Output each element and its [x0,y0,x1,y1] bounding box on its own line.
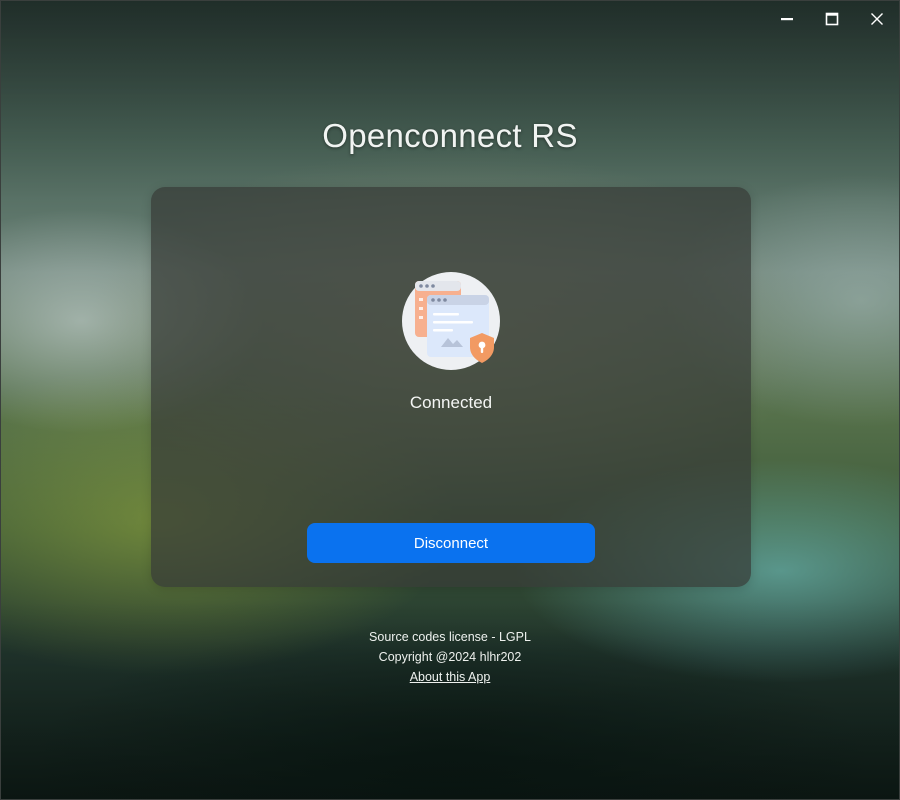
license-text: Source codes license - LGPL [369,630,531,644]
disconnect-button[interactable]: Disconnect [307,523,595,563]
maximize-icon [825,12,839,26]
minimize-button[interactable] [764,1,809,37]
close-icon [870,12,884,26]
maximize-button[interactable] [809,1,854,37]
app-title: Openconnect RS [322,117,578,154]
minimize-icon [780,12,794,26]
close-button[interactable] [854,1,899,37]
footer: Source codes license - LGPL Copyright @2… [1,627,899,687]
window-controls [764,1,899,37]
app-window: Openconnect RS Connected Disconnect Sour… [0,0,900,800]
connection-card: Connected Disconnect [151,187,751,587]
copyright-text: Copyright @2024 hlhr202 [378,650,522,664]
about-link[interactable]: About this App [1,667,899,687]
connection-status: Connected [409,393,493,412]
vpn-shield-browser-icon [401,271,501,371]
